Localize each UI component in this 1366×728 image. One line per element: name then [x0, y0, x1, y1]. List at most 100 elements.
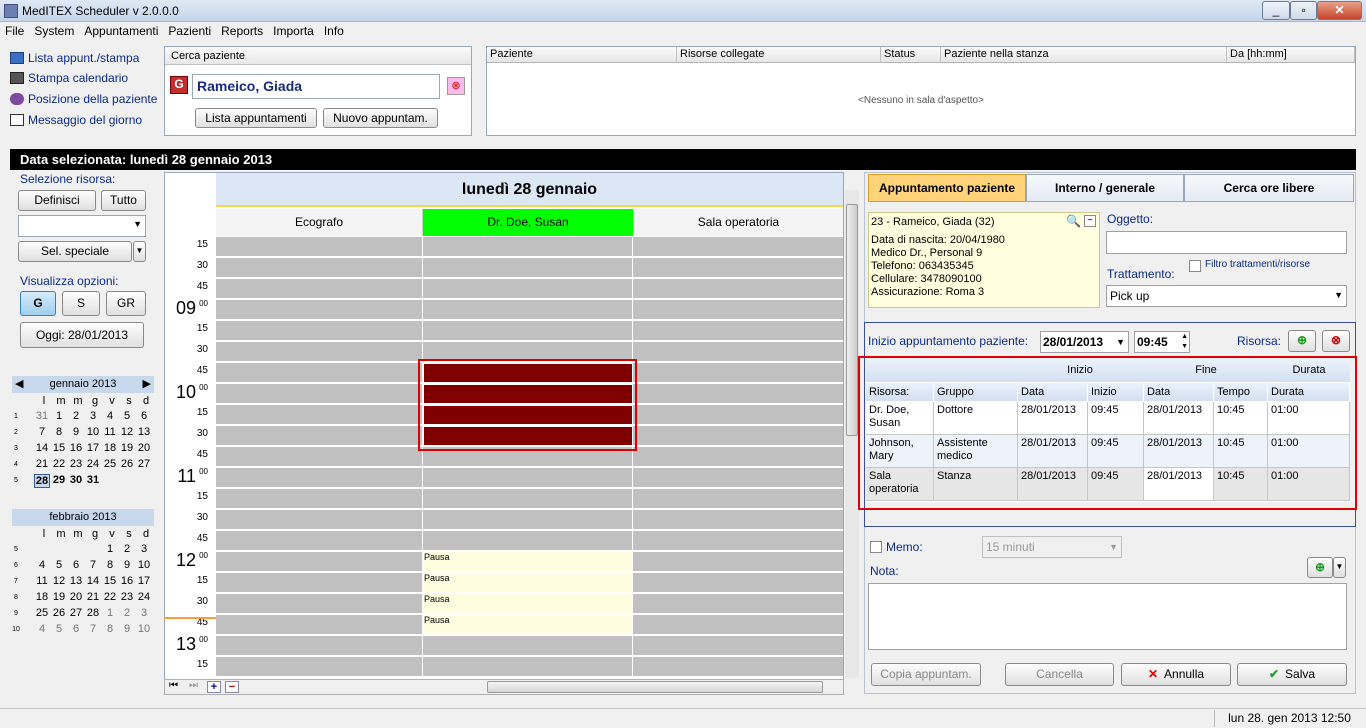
calendar-day[interactable]: 12 [51, 575, 67, 587]
slot-doctor[interactable] [423, 237, 633, 257]
prev-month-icon[interactable]: ◀ [15, 376, 23, 393]
slot-sala[interactable] [633, 531, 843, 551]
calendar-day[interactable]: 12 [119, 426, 135, 438]
trattamento-select[interactable]: Pick up ▼ [1106, 285, 1347, 307]
calendar-day[interactable]: 25 [102, 458, 118, 470]
slot-doctor[interactable] [423, 279, 633, 299]
patient-name-field[interactable]: Rameico, Giada [192, 74, 440, 99]
slot-ecografo[interactable] [216, 279, 423, 299]
resource-header-ecografo[interactable]: Ecografo [216, 209, 423, 236]
clear-patient-icon[interactable]: ⊗ [447, 77, 465, 95]
menu-system[interactable]: System [29, 22, 79, 38]
first-icon[interactable]: ⏮ [169, 680, 178, 691]
calendar-day[interactable]: 28 [85, 607, 101, 619]
calendar-day[interactable]: 26 [119, 458, 135, 470]
calendar-day[interactable]: 24 [136, 591, 152, 603]
calendar-day[interactable]: 1 [51, 410, 67, 422]
pausa-slot[interactable]: Pausa [423, 573, 633, 593]
calendar-day[interactable]: 11 [102, 426, 118, 438]
calendar-day[interactable]: 7 [85, 623, 101, 635]
slot-sala[interactable] [633, 594, 843, 614]
calendar-day[interactable]: 15 [102, 575, 118, 587]
calendar-day[interactable]: 10 [136, 623, 152, 635]
memo-checkbox[interactable] [870, 541, 882, 553]
slot-sala[interactable] [633, 405, 843, 425]
slot-sala[interactable] [633, 279, 843, 299]
slot-ecografo[interactable] [216, 468, 423, 488]
add-resource-icon[interactable]: ⊕ [1288, 330, 1316, 352]
pausa-slot[interactable]: Pausa [423, 552, 633, 572]
calendar-day[interactable]: 4 [102, 410, 118, 422]
calendar-day[interactable]: 4 [34, 559, 50, 571]
menu-reports[interactable]: Reports [216, 22, 268, 38]
slot-doctor[interactable] [423, 489, 633, 509]
calendar-day[interactable]: 9 [119, 559, 135, 571]
slot-doctor[interactable] [423, 636, 633, 656]
slot-sala[interactable] [633, 615, 843, 635]
slot-ecografo[interactable] [216, 657, 423, 677]
tab-cerca-ore-libere[interactable]: Cerca ore libere [1184, 174, 1354, 202]
annulla-button[interactable]: ✕ Annulla [1121, 663, 1231, 686]
calendar-day[interactable]: 3 [85, 410, 101, 422]
calendar-day[interactable]: 27 [136, 458, 152, 470]
pausa-slot[interactable]: Pausa [423, 594, 633, 614]
slot-ecografo[interactable] [216, 237, 423, 257]
menu-info[interactable]: Info [319, 22, 349, 38]
slot-ecografo[interactable] [216, 615, 423, 635]
calendar-day[interactable]: 14 [34, 442, 50, 454]
calendar-day[interactable]: 30 [68, 474, 84, 486]
tab-appuntamento-paziente[interactable]: Appuntamento paziente [868, 174, 1026, 202]
start-date-field[interactable]: 28/01/2013 ▼ [1040, 331, 1129, 353]
slot-sala[interactable] [633, 384, 843, 404]
calendar-day[interactable]: 18 [102, 442, 118, 454]
calendar-day[interactable]: 23 [68, 458, 84, 470]
slot-ecografo[interactable] [216, 405, 423, 425]
oggetto-input[interactable] [1106, 231, 1347, 254]
menu-appuntamenti[interactable]: Appuntamenti [79, 22, 163, 38]
menu-importa[interactable]: Importa [268, 22, 319, 38]
memo-select[interactable]: 15 minuti ▼ [982, 536, 1122, 558]
slot-doctor[interactable] [423, 657, 633, 677]
slot-sala[interactable] [633, 636, 843, 656]
col-stanza[interactable]: Paziente nella stanza [941, 47, 1227, 63]
note-dropdown-icon[interactable]: ▼ [1333, 557, 1346, 578]
slot-doctor[interactable] [423, 321, 633, 341]
next-month-icon[interactable]: ▶ [143, 376, 151, 393]
slot-sala[interactable] [633, 258, 843, 278]
calendar-day[interactable]: 31 [34, 410, 50, 422]
calendar-day[interactable]: 24 [85, 458, 101, 470]
maximize-button[interactable]: ▫ [1290, 1, 1317, 20]
sel-speciale-dropdown-icon[interactable]: ▼ [133, 241, 146, 262]
calendar-day[interactable]: 13 [68, 575, 84, 587]
definisci-button[interactable]: Definisci [18, 190, 96, 211]
slot-sala[interactable] [633, 489, 843, 509]
scroll-thumb[interactable] [846, 204, 858, 436]
calendar-day[interactable]: 6 [68, 559, 84, 571]
menu-pazienti[interactable]: Pazienti [163, 22, 216, 38]
calendar-day[interactable]: 7 [85, 559, 101, 571]
calendar-day[interactable]: 21 [34, 458, 50, 470]
link-stampa-calendario[interactable]: Stampa calendario [10, 71, 128, 85]
slot-ecografo[interactable] [216, 321, 423, 341]
slot-ecografo[interactable] [216, 573, 423, 593]
calendar-day[interactable]: 22 [51, 458, 67, 470]
calendar-day[interactable]: 6 [68, 623, 84, 635]
pausa-slot[interactable]: Pausa [423, 615, 633, 635]
calendar-day[interactable]: 9 [68, 426, 84, 438]
slot-doctor[interactable] [423, 531, 633, 551]
calendar-day[interactable]: 5 [51, 559, 67, 571]
close-button[interactable]: ✕ [1317, 1, 1362, 20]
calendar-day[interactable]: 11 [34, 575, 50, 587]
calendar-day[interactable]: 8 [102, 559, 118, 571]
calendar-day[interactable]: 19 [119, 442, 135, 454]
slot-ecografo[interactable] [216, 342, 423, 362]
calendar-day[interactable]: 16 [119, 575, 135, 587]
lista-appuntamenti-button[interactable]: Lista appuntamenti [195, 108, 317, 128]
calendar-day[interactable]: 27 [68, 607, 84, 619]
slot-ecografo[interactable] [216, 531, 423, 551]
view-g-button[interactable]: G [20, 291, 56, 316]
calendar-day[interactable]: 1 [102, 607, 118, 619]
slot-ecografo[interactable] [216, 594, 423, 614]
col-risorse[interactable]: Risorse collegate [677, 47, 881, 63]
calendar-day[interactable]: 31 [85, 474, 101, 486]
